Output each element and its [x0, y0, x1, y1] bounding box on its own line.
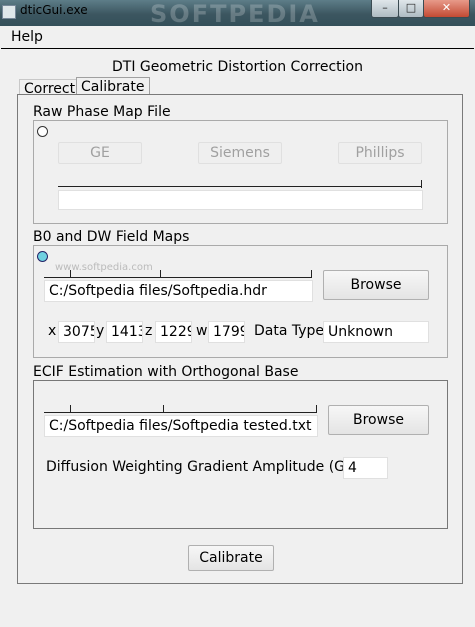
siemens-button[interactable]: Siemens: [198, 142, 282, 164]
app-title: DTI Geometric Distortion Correction: [112, 59, 363, 75]
b0-dw-path-input[interactable]: C:/Softpedia files/Softpedia.hdr: [44, 280, 313, 302]
window-title: dticGui.exe: [20, 3, 88, 17]
gradient-input[interactable]: 4: [343, 457, 388, 479]
maximize-button[interactable]: □: [398, 0, 424, 18]
z-label: z: [145, 323, 153, 339]
phillips-button[interactable]: Phillips: [338, 142, 422, 164]
ecif-slider-tick-1: [70, 405, 71, 413]
b0-dw-radio[interactable]: [37, 251, 48, 262]
x-input[interactable]: 3075: [58, 321, 95, 343]
calibrate-button[interactable]: Calibrate: [188, 545, 274, 571]
menu-help[interactable]: Help: [11, 29, 43, 45]
app-icon: [2, 5, 16, 19]
ecif-browse-button[interactable]: Browse: [328, 405, 429, 435]
close-button[interactable]: ✕: [423, 0, 470, 18]
ge-button[interactable]: GE: [58, 142, 142, 164]
y-label: y: [96, 323, 105, 339]
tab-correct[interactable]: Correct: [19, 79, 81, 97]
ecif-group: [33, 380, 448, 529]
z-input[interactable]: 1229: [155, 321, 192, 343]
b0-dw-slider-tick-1: [70, 270, 71, 278]
tab-calibrate-label: Calibrate: [81, 79, 145, 95]
raw-phase-slider-tick: [421, 180, 422, 188]
raw-phase-slider-track[interactable]: [58, 186, 421, 187]
ecif-slider-track[interactable]: [44, 412, 317, 413]
y-input[interactable]: 1413: [106, 321, 143, 343]
raw-phase-title: Raw Phase Map File: [33, 104, 171, 120]
title-bar: dticGui.exe SOFTPEDIA – □ ✕: [0, 0, 475, 28]
gradient-label: Diffusion Weighting Gradient Amplitude (…: [46, 459, 377, 475]
ecif-slider-tick-3: [316, 405, 317, 413]
data-type-field[interactable]: Unknown: [323, 321, 429, 343]
b0-dw-browse-button[interactable]: Browse: [323, 270, 429, 300]
b0-dw-title: B0 and DW Field Maps: [33, 229, 190, 245]
ecif-slider-tick-2: [163, 405, 164, 413]
menu-bar: Help: [1, 26, 474, 49]
minimize-button[interactable]: –: [371, 0, 399, 18]
data-type-label: Data Type: [254, 323, 325, 339]
x-label: x: [48, 323, 57, 339]
tab-calibrate[interactable]: Calibrate: [76, 77, 150, 95]
raw-phase-path-input[interactable]: [58, 190, 423, 210]
b0-dw-slider-track[interactable]: [44, 277, 312, 278]
ecif-path-input[interactable]: C:/Softpedia files/Softpedia tested.txt: [44, 415, 318, 437]
b0-dw-slider-tick-3: [311, 270, 312, 278]
w-input[interactable]: 1799: [208, 321, 245, 343]
w-label: w: [196, 323, 208, 339]
b0-dw-slider-tick-2: [160, 270, 161, 278]
raw-phase-radio[interactable]: [37, 126, 48, 137]
ecif-title: ECIF Estimation with Orthogonal Base: [33, 364, 299, 380]
watermark-text: SOFTPEDIA: [150, 0, 320, 28]
